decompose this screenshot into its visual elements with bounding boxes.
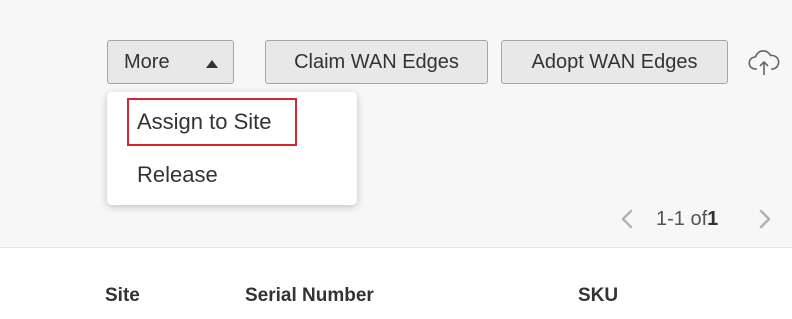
claim-wan-edges-label: Claim WAN Edges bbox=[294, 50, 459, 73]
more-button[interactable]: More bbox=[107, 40, 234, 84]
column-header-serial-number[interactable]: Serial Number bbox=[245, 285, 374, 307]
menu-item-release[interactable]: Release bbox=[137, 162, 218, 188]
pagination-total: 1 bbox=[707, 207, 719, 230]
column-header-sku[interactable]: SKU bbox=[578, 285, 618, 307]
divider bbox=[0, 247, 792, 248]
column-header-site[interactable]: Site bbox=[105, 285, 140, 307]
cloud-upload-icon[interactable] bbox=[748, 50, 780, 76]
pagination-info: 1-1 of 1 bbox=[656, 205, 718, 233]
more-dropdown-menu: Assign to Site Release bbox=[107, 92, 357, 205]
chevron-left-icon[interactable] bbox=[620, 205, 638, 233]
caret-up-icon bbox=[206, 60, 218, 68]
more-button-label: More bbox=[124, 50, 170, 73]
adopt-wan-edges-button[interactable]: Adopt WAN Edges bbox=[501, 40, 728, 84]
adopt-wan-edges-label: Adopt WAN Edges bbox=[531, 50, 698, 73]
pagination-range: 1-1 of bbox=[656, 207, 708, 230]
chevron-right-icon[interactable] bbox=[758, 205, 776, 233]
toolbar-panel: More Claim WAN Edges Adopt WAN Edges Ass… bbox=[0, 0, 792, 247]
menu-item-assign-to-site[interactable]: Assign to Site bbox=[137, 109, 272, 135]
claim-wan-edges-button[interactable]: Claim WAN Edges bbox=[265, 40, 488, 84]
